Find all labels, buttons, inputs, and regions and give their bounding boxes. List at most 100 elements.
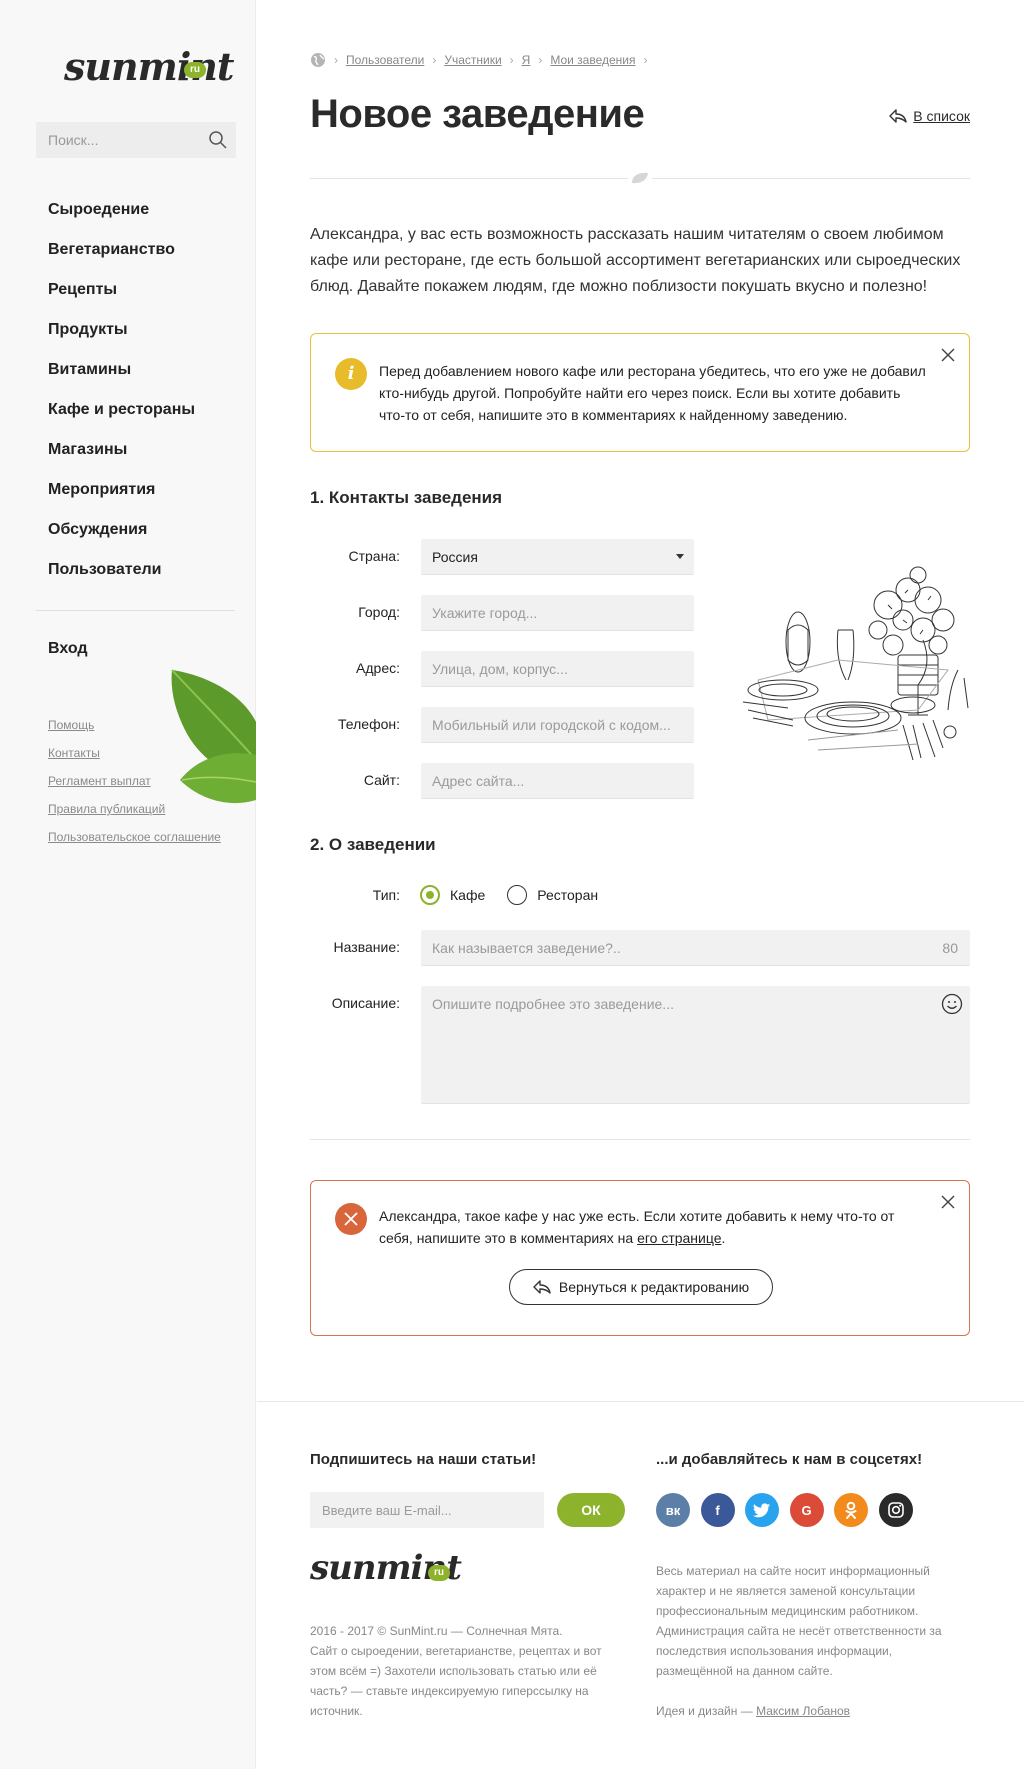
nav-item-products[interactable]: Продукты (48, 320, 195, 360)
chevron-right-icon: › (538, 53, 543, 67)
copyright-line: источник. (310, 1704, 363, 1718)
footer-divider (257, 1401, 1024, 1402)
credits: Идея и дизайн — Максим Лобанов (656, 1701, 850, 1721)
disclaimer-text: Весь материал на сайте носит информацион… (656, 1561, 986, 1681)
error-text: Александра, такое кафе у нас уже есть. Е… (379, 1205, 929, 1249)
phone-label: Телефон: (338, 716, 400, 732)
flower-bouquet (868, 566, 955, 696)
intro-text: Александра, у вас есть возможность расск… (310, 226, 961, 295)
copyright-text: 2016 - 2017 © SunMint.ru — Солнечная Мят… (310, 1621, 610, 1721)
reply-arrow-icon (889, 109, 907, 123)
facebook-icon[interactable]: f (700, 1493, 735, 1527)
disclaimer-line: характер и не является заменой консульта… (656, 1584, 916, 1598)
user-agreement-link[interactable]: Пользовательское соглашение (48, 830, 221, 858)
nav-item-vegetarianism[interactable]: Вегетарианство (48, 240, 195, 280)
smiley-icon[interactable] (941, 993, 963, 1015)
nav-item-shops[interactable]: Магазины (48, 440, 195, 480)
address-input[interactable] (421, 651, 694, 687)
back-to-list-label: В список (913, 108, 970, 124)
logo-text: sunmint (64, 44, 234, 89)
close-icon[interactable] (939, 346, 957, 364)
social-title: ...и добавляйтесь к нам в соцсетях! (656, 1451, 923, 1468)
mint-leaf-image (171, 669, 256, 804)
close-icon[interactable] (939, 1193, 957, 1211)
radio-restaurant-label[interactable]: Ресторан (537, 887, 598, 903)
error-notice: Александра, такое кафе у нас уже есть. Е… (310, 1180, 970, 1336)
page-title: Новое заведение (310, 92, 645, 136)
radio-cafe[interactable] (420, 885, 440, 905)
twitter-icon[interactable] (745, 1493, 779, 1527)
login-link[interactable]: Вход (48, 640, 88, 658)
nav-item-discussions[interactable]: Обсуждения (48, 520, 195, 560)
error-icon (335, 1203, 367, 1235)
social-links: вк f G (656, 1493, 923, 1527)
logo[interactable]: sunmint ru (64, 44, 234, 89)
caret-down-icon (676, 554, 684, 559)
breadcrumb-me[interactable]: Я (522, 53, 531, 67)
radio-restaurant[interactable] (507, 885, 528, 905)
disclaimer-line: Весь материал на сайте носит информацион… (656, 1564, 930, 1578)
return-to-editing-button[interactable]: Вернуться к редактированию (509, 1269, 773, 1305)
site-input[interactable] (421, 763, 694, 799)
copyright-line: этом всём =) Захотели использовать стать… (310, 1664, 597, 1678)
vk-icon[interactable]: вк (656, 1493, 690, 1527)
copyright-line: часть? — ставьте индексируемую гиперссыл… (310, 1684, 589, 1698)
chevron-right-icon: › (509, 53, 514, 67)
breadcrumb: › Пользователи › Участники › Я › Мои зав… (310, 51, 656, 69)
search-icon[interactable] (208, 130, 228, 150)
footer-logo-badge: ru (428, 1565, 450, 1581)
designer-link[interactable]: Максим Лобанов (756, 1704, 850, 1718)
footer-logo[interactable]: sunmint ru (310, 1548, 462, 1588)
copyright-line: Сайт о сыроедении, вегетарианстве, рецеп… (310, 1644, 602, 1658)
type-radio-group: Кафе Ресторан (420, 885, 620, 905)
logo-badge: ru (184, 62, 206, 78)
nav-item-events[interactable]: Мероприятия (48, 480, 195, 520)
email-input[interactable] (310, 1492, 544, 1528)
name-label: Название: (333, 939, 400, 955)
nav-item-cafes[interactable]: Кафе и рестораны (48, 400, 195, 440)
info-icon: i (335, 358, 367, 390)
chevron-right-icon: › (643, 53, 648, 67)
instagram-icon[interactable] (878, 1493, 913, 1527)
form-divider (310, 1139, 970, 1140)
name-field-wrapper: 80 (421, 930, 970, 966)
breadcrumb-users[interactable]: Пользователи (346, 53, 424, 67)
nav-item-users[interactable]: Пользователи (48, 560, 195, 600)
disclaimer-line: размещённой на данном сайте. (656, 1664, 833, 1678)
radio-cafe-label[interactable]: Кафе (450, 887, 485, 903)
main-nav: Сыроедение Вегетарианство Рецепты Продук… (48, 200, 195, 600)
disclaimer-line: Администрация сайта не несёт ответственн… (656, 1624, 942, 1638)
globe-icon[interactable] (310, 52, 326, 68)
nav-item-raw-food[interactable]: Сыроедение (48, 200, 195, 240)
breadcrumb-members[interactable]: Участники (444, 53, 501, 67)
warning-notice: i Перед добавлением нового кафе или рест… (310, 333, 970, 452)
type-label: Тип: (372, 887, 400, 903)
odnoklassniki-icon[interactable] (834, 1493, 868, 1527)
name-input[interactable] (421, 930, 970, 966)
error-text-after: . (721, 1230, 726, 1246)
nav-item-vitamins[interactable]: Витамины (48, 360, 195, 400)
disclaimer-line: профессиональным медицинским работником. (656, 1604, 919, 1618)
nav-item-recipes[interactable]: Рецепты (48, 280, 195, 320)
return-button-label: Вернуться к редактированию (558, 1279, 750, 1295)
breadcrumb-my-places[interactable]: Мои заведения (550, 53, 635, 67)
section-contacts-title: 1. Контакты заведения (310, 488, 503, 507)
phone-input[interactable] (421, 707, 694, 743)
copyright-line: 2016 - 2017 © SunMint.ru — Солнечная Мят… (310, 1624, 563, 1638)
search-input[interactable] (36, 122, 196, 158)
google-icon[interactable]: G (789, 1493, 824, 1527)
place-page-link[interactable]: его странице (637, 1230, 721, 1246)
search-box (36, 122, 236, 158)
description-textarea[interactable] (421, 986, 970, 1104)
country-select[interactable]: Россия (421, 539, 694, 575)
char-counter: 80 (942, 940, 958, 956)
disclaimer-line: последствия использования информации, (656, 1644, 893, 1658)
description-label: Описание: (331, 995, 400, 1011)
back-to-list-link[interactable]: В список (889, 108, 970, 124)
country-label: Страна: (348, 548, 400, 564)
credit-prefix: Идея и дизайн — (656, 1704, 757, 1718)
table-setting-illustration (742, 566, 969, 761)
city-input[interactable] (421, 595, 694, 631)
address-label: Адрес: (356, 660, 400, 676)
subscribe-ok-button[interactable]: ОК (557, 1493, 625, 1527)
